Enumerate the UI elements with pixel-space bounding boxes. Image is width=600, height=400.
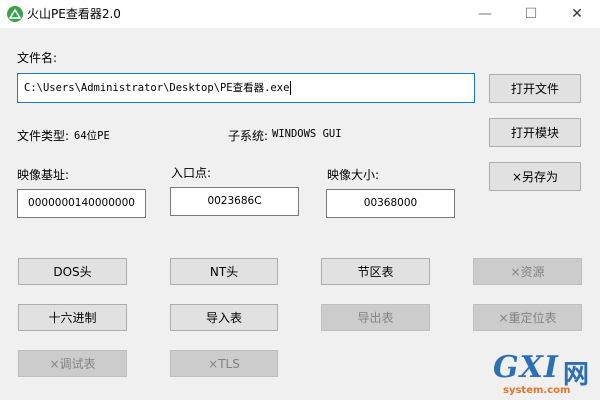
watermark-logo: GXI (493, 350, 559, 385)
resources-button[interactable]: ×资源 (473, 258, 582, 285)
close-button[interactable]: ✕ (554, 0, 600, 28)
text-caret (290, 81, 292, 95)
subsystem-value: WINDOWS GUI (272, 128, 342, 140)
hex-button[interactable]: 十六进制 (18, 304, 127, 331)
import-table-button[interactable]: 导入表 (170, 304, 278, 331)
window-title: 火山PE查看器2.0 (27, 7, 121, 21)
filename-label: 文件名: (17, 51, 58, 65)
dos-header-button[interactable]: DOS头 (18, 258, 127, 285)
save-as-button[interactable]: ×另存为 (489, 162, 581, 191)
relocation-table-button[interactable]: ×重定位表 (473, 304, 582, 331)
subsystem-label: 子系统: (228, 129, 269, 143)
title-bar: 火山PE查看器2.0 — ☐ ✕ (0, 0, 600, 28)
filepath-input[interactable]: C:\Users\Administrator\Desktop\PE查看器.exe (17, 73, 475, 103)
image-size-field[interactable]: 00368000 (326, 189, 455, 218)
open-file-button[interactable]: 打开文件 (489, 74, 581, 103)
watermark-site: system.com (503, 385, 571, 396)
close-icon: ✕ (571, 6, 583, 22)
tls-button[interactable]: ×TLS (170, 350, 278, 377)
debug-table-button[interactable]: ×调试表 (18, 350, 127, 377)
maximize-icon: ☐ (524, 6, 538, 22)
export-table-button[interactable]: 导出表 (321, 304, 430, 331)
entry-point-field[interactable]: 0023686C (170, 187, 299, 216)
volcano-app-icon (7, 6, 23, 22)
section-table-button[interactable]: 节区表 (321, 258, 430, 285)
file-type-value: 64位PE (74, 130, 110, 142)
minimize-icon: — (478, 6, 492, 22)
image-base-field[interactable]: 0000000140000000 (17, 189, 146, 218)
open-module-button[interactable]: 打开模块 (489, 118, 581, 147)
maximize-button[interactable]: ☐ (508, 0, 554, 28)
site-watermark: GXI 网 system.com (493, 350, 597, 398)
image-size-label: 映像大小: (327, 168, 380, 182)
filepath-text: C:\Users\Administrator\Desktop\PE查看器.exe (24, 82, 290, 94)
image-base-label: 映像基址: (17, 168, 70, 182)
entry-point-label: 入口点: (171, 166, 212, 180)
file-type-label: 文件类型: (17, 129, 70, 143)
nt-header-button[interactable]: NT头 (170, 258, 278, 285)
minimize-button[interactable]: — (462, 0, 508, 28)
